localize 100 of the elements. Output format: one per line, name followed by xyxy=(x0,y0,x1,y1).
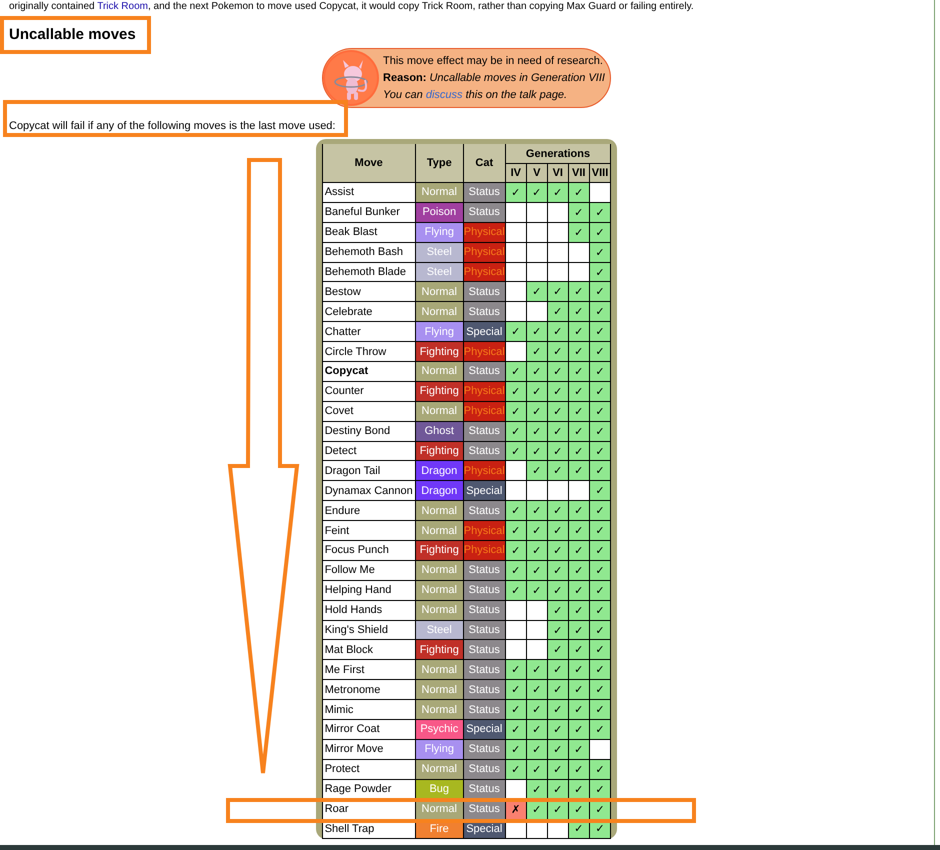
move-cell: Circle Throw xyxy=(322,342,416,362)
generation-cell: ✓ xyxy=(505,421,526,442)
generation-cell: ✓ xyxy=(547,759,568,780)
generation-cell: ✓ xyxy=(505,322,526,342)
generation-cell: ✓ xyxy=(568,342,590,362)
category-tag: Physical xyxy=(463,262,506,282)
generation-cell: ✓ xyxy=(568,600,590,620)
generation-cell: ✓ xyxy=(568,222,590,242)
generation-cell: ✓ xyxy=(589,342,611,362)
generation-cell: ✓ xyxy=(526,720,548,740)
generation-cell: ✓ xyxy=(568,182,590,202)
move-cell: Chatter xyxy=(322,322,416,342)
generation-cell: ✓ xyxy=(547,700,568,720)
generation-cell: ✓ xyxy=(526,759,548,780)
type-tag: Fighting xyxy=(415,540,464,560)
notice-text: This move effect may be in need of research. xyxy=(383,54,604,68)
generation-cell: ✓ xyxy=(568,540,590,560)
generation-cell: ✓ xyxy=(589,759,611,780)
type-tag: Fighting xyxy=(415,342,464,362)
type-tag: Ghost xyxy=(415,421,464,442)
generation-cell: ✓ xyxy=(568,421,590,442)
category-tag: Status xyxy=(463,660,506,680)
move-cell: Feint xyxy=(322,520,416,541)
generation-cell: ✓ xyxy=(589,680,611,700)
generation-cell: ✓ xyxy=(568,560,590,580)
move-cell: Mat Block xyxy=(322,640,416,660)
category-tag: Status xyxy=(463,680,506,700)
generation-cell: ✓ xyxy=(526,680,548,700)
type-tag: Poison xyxy=(415,202,464,222)
category-tag: Physical xyxy=(463,342,506,362)
generation-cell: ✓ xyxy=(505,700,526,720)
move-cell: Copycat xyxy=(322,362,416,382)
generation-cell: ✓ xyxy=(526,739,548,760)
type-tag: Normal xyxy=(415,182,464,202)
generation-cell: ✓ xyxy=(505,362,526,382)
generation-cell: ✓ xyxy=(589,381,611,402)
generation-cell: ✓ xyxy=(547,660,568,680)
generation-cell: ✓ xyxy=(505,540,526,560)
generation-cell: ✓ xyxy=(568,401,590,422)
type-tag: Normal xyxy=(415,700,464,720)
type-tag: Steel xyxy=(415,242,464,262)
notice-talk-text: You can discuss this on the talk page. xyxy=(383,88,568,102)
category-tag: Physical xyxy=(463,401,506,422)
generation-cell: ✓ xyxy=(568,720,590,740)
generation-cell: ✓ xyxy=(526,421,548,442)
generation-cell: ✓ xyxy=(547,322,568,342)
category-tag: Status xyxy=(463,282,506,302)
generation-cell: ✓ xyxy=(505,182,526,202)
move-cell: Behemoth Blade xyxy=(322,262,416,282)
generation-cell: ✓ xyxy=(589,700,611,720)
generation-cell: ✓ xyxy=(526,342,548,362)
category-tag: Physical xyxy=(463,381,506,402)
text-link[interactable]: Trick Room xyxy=(97,1,148,12)
generation-cell: ✓ xyxy=(505,739,526,760)
type-tag: Dragon xyxy=(415,480,464,501)
move-cell: Assist xyxy=(322,182,416,202)
move-cell: Baneful Bunker xyxy=(322,202,416,222)
generation-cell: ✓ xyxy=(589,460,611,481)
generation-cell: ✓ xyxy=(526,381,548,402)
type-tag: Flying xyxy=(415,222,464,242)
category-tag: Status xyxy=(463,700,506,720)
generation-cell: ✓ xyxy=(547,580,568,600)
move-cell: Mirror Move xyxy=(322,739,416,760)
generation-cell: ✓ xyxy=(589,322,611,342)
generation-cell: ✓ xyxy=(526,441,548,461)
category-tag: Status xyxy=(463,640,506,660)
generation-cell: ✓ xyxy=(589,580,611,600)
generation-cell: ✓ xyxy=(526,500,548,521)
generation-cell: ✓ xyxy=(505,500,526,521)
type-tag: Fighting xyxy=(415,640,464,660)
move-cell: Dragon Tail xyxy=(322,460,416,481)
generation-cell: ✓ xyxy=(547,720,568,740)
generation-cell: ✓ xyxy=(568,620,590,640)
generation-cell: ✓ xyxy=(547,460,568,481)
section-heading: Uncallable moves xyxy=(9,25,136,45)
type-tag: Normal xyxy=(415,560,464,580)
category-tag: Status xyxy=(463,759,506,780)
generation-cell: ✓ xyxy=(589,620,611,640)
move-cell: Metronome xyxy=(322,680,416,700)
generation-cell: ✓ xyxy=(589,421,611,442)
category-tag: Status xyxy=(463,600,506,620)
generation-cell: ✓ xyxy=(505,680,526,700)
category-tag: Status xyxy=(463,500,506,521)
generation-cell: ✓ xyxy=(547,680,568,700)
generation-cell: ✓ xyxy=(505,520,526,541)
generation-cell: ✓ xyxy=(568,441,590,461)
category-tag: Status xyxy=(463,421,506,442)
generation-cell: ✓ xyxy=(589,262,611,282)
generation-cell: ✓ xyxy=(568,460,590,481)
paragraph-text: Copycat will fail if any of the following moves is the last move used: xyxy=(9,119,336,133)
move-cell: Protect xyxy=(322,759,416,780)
generation-cell: ✓ xyxy=(568,302,590,322)
generation-cell: ✓ xyxy=(568,282,590,302)
type-tag: Normal xyxy=(415,600,464,620)
type-tag: Normal xyxy=(415,362,464,382)
generation-cell: ✓ xyxy=(568,500,590,521)
move-cell: Bestow xyxy=(322,282,416,302)
generation-cell: ✓ xyxy=(568,381,590,402)
generation-cell: ✓ xyxy=(547,540,568,560)
type-tag: Normal xyxy=(415,660,464,680)
